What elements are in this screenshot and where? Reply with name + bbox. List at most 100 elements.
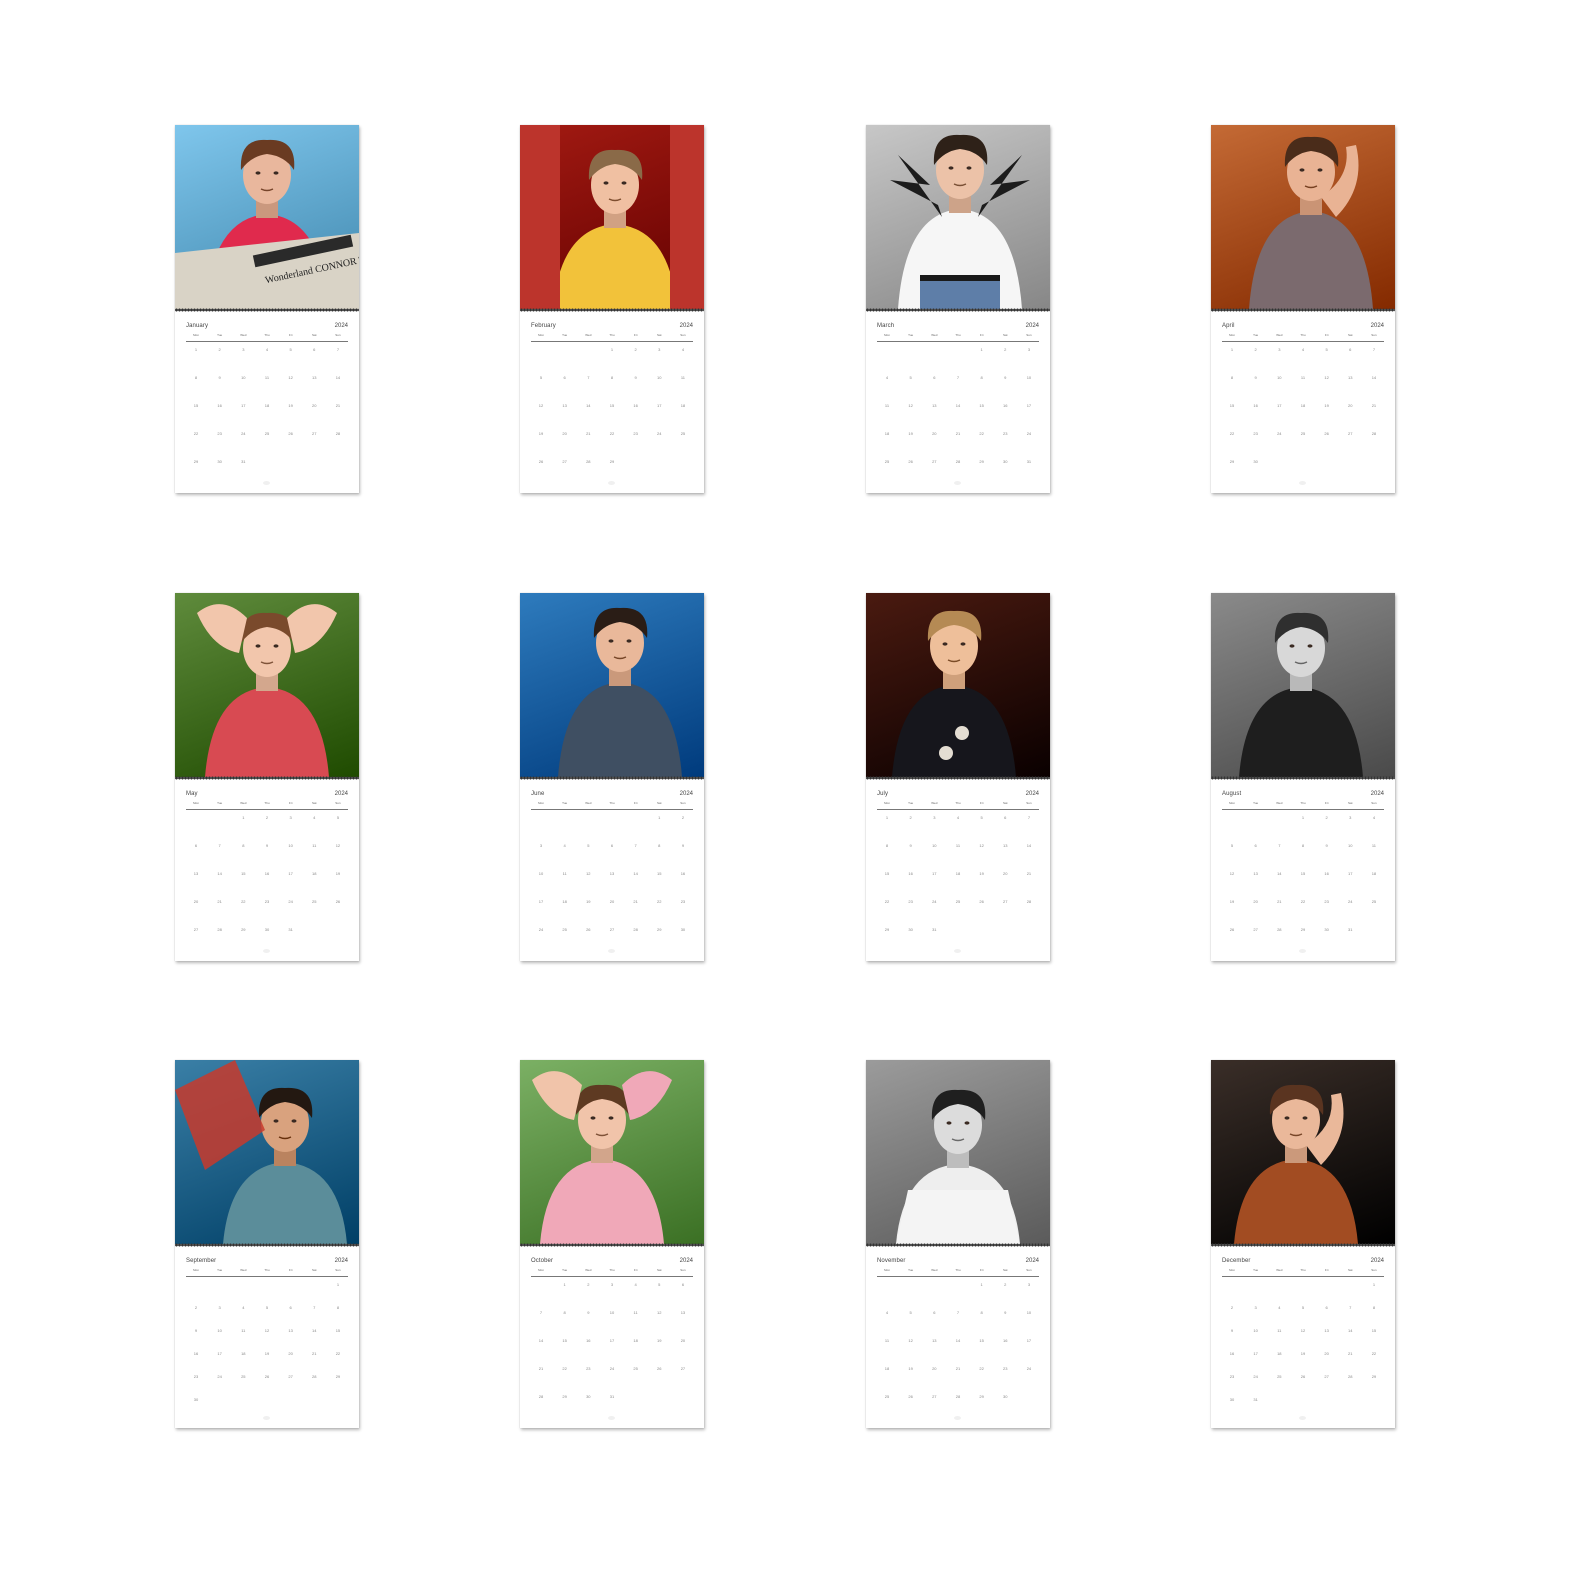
day-cell[interactable]: 17	[1019, 1338, 1039, 1344]
day-cell[interactable]: 18	[555, 899, 575, 905]
day-cell[interactable]: 11	[1364, 843, 1384, 849]
day-cell[interactable]: 4	[948, 815, 968, 821]
day-cell[interactable]: 17	[210, 1351, 230, 1357]
day-cell[interactable]: 25	[555, 927, 575, 933]
day-cell[interactable]: 7	[531, 1310, 551, 1316]
day-cell[interactable]: 9	[210, 375, 230, 381]
day-cell[interactable]: 19	[281, 403, 301, 409]
day-cell[interactable]: 13	[1246, 871, 1266, 877]
day-cell[interactable]: 31	[602, 1394, 622, 1400]
day-cell[interactable]: 26	[1293, 1374, 1313, 1380]
day-cell[interactable]: 14	[948, 1338, 968, 1344]
day-cell[interactable]: 7	[328, 347, 348, 353]
day-cell[interactable]: 19	[901, 1366, 921, 1372]
day-cell[interactable]	[281, 459, 301, 465]
month-calendar-march[interactable]: March 2024 Mon Tue Wed Thu Fri Sat Sun 1 2 3 4 5 6 7 8 9 1…	[866, 125, 1050, 493]
day-cell[interactable]	[257, 1282, 277, 1288]
day-cell[interactable]: 28	[948, 1394, 968, 1400]
day-cell[interactable]: 9	[1317, 843, 1337, 849]
month-calendar-april[interactable]: April 2024 Mon Tue Wed Thu Fri Sat Sun 1 2 3 4 5 6 7 8 9 1…	[1211, 125, 1395, 493]
day-cell[interactable]: 21	[531, 1366, 551, 1372]
day-cell[interactable]: 3	[602, 1282, 622, 1288]
day-cell[interactable]: 19	[901, 431, 921, 437]
month-calendar-february[interactable]: February 2024 Mon Tue Wed Thu Fri Sat Sun 1 2 3 4 5 6 7…	[520, 125, 704, 493]
month-calendar-may[interactable]: May 2024 Mon Tue Wed Thu Fri Sat Sun 1 2 3 4 5 6 7 8 9 10 1…	[175, 593, 359, 961]
day-cell[interactable]: 15	[649, 871, 669, 877]
day-cell[interactable]: 26	[972, 899, 992, 905]
day-cell[interactable]: 25	[304, 899, 324, 905]
day-cell[interactable]: 28	[578, 459, 598, 465]
month-calendar-october[interactable]: October 2024 Mon Tue Wed Thu Fri Sat Sun 1 2 3 4 5 6 7 8…	[520, 1060, 704, 1428]
day-cell[interactable]: 30	[1246, 459, 1266, 465]
day-cell[interactable]: 18	[233, 1351, 253, 1357]
day-cell[interactable]: 8	[186, 375, 206, 381]
day-cell[interactable]	[924, 347, 944, 353]
day-cell[interactable]	[1293, 1397, 1313, 1403]
day-cell[interactable]: 5	[531, 375, 551, 381]
day-cell[interactable]: 28	[210, 927, 230, 933]
day-cell[interactable]: 15	[972, 1338, 992, 1344]
day-cell[interactable]: 17	[531, 899, 551, 905]
day-cell[interactable]: 29	[649, 927, 669, 933]
day-cell[interactable]: 6	[924, 375, 944, 381]
day-cell[interactable]: 29	[1222, 459, 1242, 465]
day-cell[interactable]	[1293, 459, 1313, 465]
day-cell[interactable]: 28	[626, 927, 646, 933]
day-cell[interactable]: 1	[328, 1282, 348, 1288]
day-cell[interactable]: 3	[1246, 1305, 1266, 1311]
day-cell[interactable]: 30	[210, 459, 230, 465]
day-cell[interactable]	[257, 459, 277, 465]
day-cell[interactable]: 20	[1246, 899, 1266, 905]
day-cell[interactable]: 7	[1019, 815, 1039, 821]
day-cell[interactable]	[531, 815, 551, 821]
day-cell[interactable]: 23	[257, 899, 277, 905]
day-cell[interactable]: 1	[972, 347, 992, 353]
day-cell[interactable]: 18	[673, 403, 693, 409]
day-cell[interactable]	[281, 1397, 301, 1403]
day-cell[interactable]	[877, 347, 897, 353]
day-cell[interactable]: 19	[972, 871, 992, 877]
day-cell[interactable]: 3	[1019, 1282, 1039, 1288]
day-cell[interactable]: 14	[304, 1328, 324, 1334]
day-cell[interactable]: 25	[1293, 431, 1313, 437]
day-cell[interactable]: 20	[924, 431, 944, 437]
day-cell[interactable]: 4	[1364, 815, 1384, 821]
day-cell[interactable]: 27	[673, 1366, 693, 1372]
day-cell[interactable]: 31	[1340, 927, 1360, 933]
day-cell[interactable]	[901, 347, 921, 353]
day-cell[interactable]: 4	[233, 1305, 253, 1311]
day-cell[interactable]: 11	[555, 871, 575, 877]
day-cell[interactable]: 5	[328, 815, 348, 821]
day-cell[interactable]	[304, 1397, 324, 1403]
day-cell[interactable]: 15	[1293, 871, 1313, 877]
day-cell[interactable]: 27	[281, 1374, 301, 1380]
day-cell[interactable]: 15	[186, 403, 206, 409]
day-cell[interactable]: 10	[1019, 1310, 1039, 1316]
day-cell[interactable]: 9	[995, 375, 1015, 381]
day-cell[interactable]: 17	[924, 871, 944, 877]
day-cell[interactable]: 11	[233, 1328, 253, 1334]
day-cell[interactable]: 27	[995, 899, 1015, 905]
day-cell[interactable]: 21	[948, 431, 968, 437]
day-cell[interactable]: 13	[1340, 375, 1360, 381]
day-cell[interactable]: 6	[1317, 1305, 1337, 1311]
day-cell[interactable]: 19	[257, 1351, 277, 1357]
day-cell[interactable]: 15	[1364, 1328, 1384, 1334]
day-cell[interactable]: 10	[1340, 843, 1360, 849]
day-cell[interactable]: 24	[210, 1374, 230, 1380]
day-cell[interactable]: 21	[948, 1366, 968, 1372]
day-cell[interactable]: 26	[1222, 927, 1242, 933]
day-cell[interactable]: 7	[626, 843, 646, 849]
day-cell[interactable]: 12	[257, 1328, 277, 1334]
day-cell[interactable]: 27	[304, 431, 324, 437]
day-cell[interactable]: 10	[1019, 375, 1039, 381]
day-cell[interactable]	[1269, 1397, 1289, 1403]
day-cell[interactable]: 12	[972, 843, 992, 849]
day-cell[interactable]: 5	[1293, 1305, 1313, 1311]
day-cell[interactable]: 21	[578, 431, 598, 437]
day-cell[interactable]	[1019, 1394, 1039, 1400]
day-cell[interactable]: 19	[531, 431, 551, 437]
day-cell[interactable]: 22	[186, 431, 206, 437]
day-cell[interactable]: 13	[673, 1310, 693, 1316]
day-cell[interactable]: 19	[1293, 1351, 1313, 1357]
